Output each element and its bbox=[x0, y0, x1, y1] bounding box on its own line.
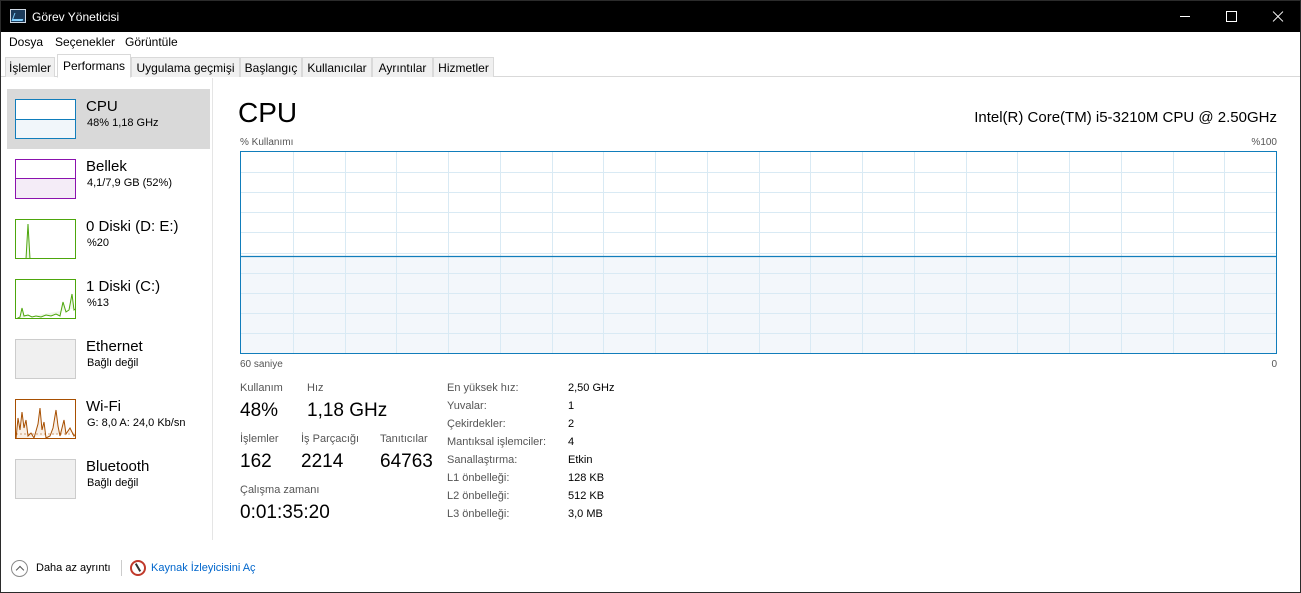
info-label-virtualization: Sanallaştırma: bbox=[447, 454, 518, 466]
sidebar-item-detail: %13 bbox=[87, 297, 110, 309]
menu-bar: Dosya Seçenekler Görüntüle bbox=[1, 32, 1300, 52]
processes-label: İşlemler bbox=[240, 433, 279, 445]
info-value-logical-processors: 4 bbox=[568, 436, 575, 448]
task-manager-app-icon bbox=[10, 9, 26, 23]
info-label-l3-cache: L3 önbelleği: bbox=[447, 508, 510, 520]
graph-y-label: % Kullanımı bbox=[240, 137, 294, 148]
cpu-model-name: Intel(R) Core(TM) i5-3210M CPU @ 2.50GHz bbox=[974, 109, 1277, 126]
info-value-virtualization: Etkin bbox=[568, 454, 593, 466]
disk-graph-icon bbox=[15, 219, 76, 259]
info-label-logical-processors: Mantıksal işlemciler: bbox=[447, 436, 547, 448]
footer-divider bbox=[121, 560, 122, 576]
sidebar-item-ethernet[interactable]: Ethernet Bağlı değil bbox=[7, 329, 210, 389]
disk-graph-icon bbox=[15, 279, 76, 319]
uptime-label: Çalışma zamanı bbox=[240, 484, 320, 496]
sidebar-item-cpu[interactable]: CPU 48% 1,18 GHz bbox=[7, 89, 210, 149]
resource-monitor-icon bbox=[130, 560, 146, 576]
threads-label: İş Parçacığı bbox=[301, 433, 360, 445]
sidebar-item-label: 0 Diski (D: E:) bbox=[86, 218, 179, 235]
info-label-l2-cache: L2 önbelleği: bbox=[447, 490, 510, 502]
tab-services[interactable]: Hizmetler bbox=[433, 57, 494, 77]
handles-label: Tanıtıcılar bbox=[380, 433, 428, 445]
cpu-graph-icon bbox=[15, 99, 76, 139]
open-resource-monitor-link[interactable]: Kaynak İzleyicisini Aç bbox=[151, 562, 256, 574]
sidebar-item-detail: %20 bbox=[87, 237, 110, 249]
fewer-details-button[interactable]: Daha az ayrıntı bbox=[36, 562, 111, 574]
sidebar-item-detail: 4,1/7,9 GB (52%) bbox=[87, 177, 172, 189]
tab-performance[interactable]: Performans bbox=[57, 54, 131, 78]
sidebar-item-label: Bellek bbox=[86, 158, 127, 175]
handles-value: 64763 bbox=[380, 451, 433, 472]
info-label-max-speed: En yüksek hız: bbox=[447, 382, 519, 394]
info-value-l3-cache: 3,0 MB bbox=[568, 508, 603, 520]
minimize-button[interactable] bbox=[1162, 1, 1208, 32]
info-value-l2-cache: 512 KB bbox=[568, 490, 605, 502]
sidebar-item-label: 1 Diski (C:) bbox=[86, 278, 161, 295]
footer-bar: Daha az ayrıntı Kaynak İzleyicisini Aç bbox=[1, 554, 1300, 584]
chevron-up-icon[interactable] bbox=[11, 560, 28, 577]
sidebar-item-label: Bluetooth bbox=[86, 458, 150, 475]
sidebar-item-bluetooth[interactable]: Bluetooth Bağlı değil bbox=[7, 449, 210, 509]
sidebar-item-label: Wi-Fi bbox=[86, 398, 121, 415]
sidebar-item-detail: Bağlı değil bbox=[87, 477, 139, 489]
minimize-icon bbox=[1180, 16, 1190, 17]
maximize-button[interactable] bbox=[1209, 1, 1255, 32]
tab-app-history[interactable]: Uygulama geçmişi bbox=[131, 57, 240, 77]
info-value-l1-cache: 128 KB bbox=[568, 472, 605, 484]
tab-bar: İşlemler Performans Uygulama geçmişi Baş… bbox=[1, 52, 1300, 78]
info-value-sockets: 1 bbox=[568, 400, 575, 412]
tab-processes[interactable]: İşlemler bbox=[5, 57, 55, 77]
processes-value: 162 bbox=[240, 451, 272, 472]
wifi-graph-icon bbox=[15, 399, 76, 439]
info-value-max-speed: 2,50 GHz bbox=[568, 382, 615, 394]
usage-value: 48% bbox=[240, 400, 279, 421]
tab-startup[interactable]: Başlangıç bbox=[240, 57, 302, 77]
bluetooth-graph-icon bbox=[15, 459, 76, 499]
task-manager-window: Görev Yöneticisi Dosya Seçenekler Görünt… bbox=[0, 0, 1301, 593]
info-label-cores: Çekirdekler: bbox=[447, 418, 506, 430]
sidebar-item-wifi[interactable]: Wi-Fi G: 8,0 A: 24,0 Kb/sn bbox=[7, 389, 210, 449]
uptime-value: 0:01:35:20 bbox=[240, 502, 330, 523]
sidebar-item-disk-1[interactable]: 1 Diski (C:) %13 bbox=[7, 269, 210, 329]
tab-details[interactable]: Ayrıntılar bbox=[372, 57, 433, 77]
sidebar-item-detail: 48% 1,18 GHz bbox=[87, 117, 159, 129]
usage-label: Kullanım bbox=[240, 382, 283, 394]
info-label-sockets: Yuvalar: bbox=[447, 400, 487, 412]
info-label-l1-cache: L1 önbelleği: bbox=[447, 472, 510, 484]
menu-options[interactable]: Seçenekler bbox=[55, 35, 115, 49]
sidebar-item-label: CPU bbox=[86, 98, 118, 115]
tab-users[interactable]: Kullanıcılar bbox=[302, 57, 372, 77]
memory-graph-icon bbox=[15, 159, 76, 199]
cpu-usage-graph bbox=[240, 151, 1277, 354]
title-bar[interactable]: Görev Yöneticisi bbox=[1, 1, 1300, 32]
maximize-icon bbox=[1226, 11, 1237, 22]
graph-y-max-label: %100 bbox=[1251, 137, 1277, 148]
threads-value: 2214 bbox=[301, 451, 344, 472]
resource-sidebar: CPU 48% 1,18 GHz Bellek 4,1/7,9 GB (52%)… bbox=[1, 78, 213, 540]
window-title: Görev Yöneticisi bbox=[32, 10, 120, 24]
menu-file[interactable]: Dosya bbox=[9, 35, 43, 49]
sidebar-item-detail: Bağlı değil bbox=[87, 357, 139, 369]
ethernet-graph-icon bbox=[15, 339, 76, 379]
sidebar-item-detail: G: 8,0 A: 24,0 Kb/sn bbox=[87, 417, 186, 429]
graph-x-right-label: 0 bbox=[1271, 359, 1277, 370]
graph-x-left-label: 60 saniye bbox=[240, 359, 283, 370]
sidebar-item-label: Ethernet bbox=[86, 338, 143, 355]
cpu-usage-graph-canvas bbox=[241, 152, 1276, 353]
page-title: CPU bbox=[238, 97, 298, 128]
info-value-cores: 2 bbox=[568, 418, 575, 430]
sidebar-item-disk-0[interactable]: 0 Diski (D: E:) %20 bbox=[7, 209, 210, 269]
sidebar-item-memory[interactable]: Bellek 4,1/7,9 GB (52%) bbox=[7, 149, 210, 209]
close-button[interactable] bbox=[1254, 1, 1300, 32]
speed-label: Hız bbox=[307, 382, 324, 394]
menu-view[interactable]: Görüntüle bbox=[125, 35, 178, 49]
speed-value: 1,18 GHz bbox=[307, 400, 388, 421]
